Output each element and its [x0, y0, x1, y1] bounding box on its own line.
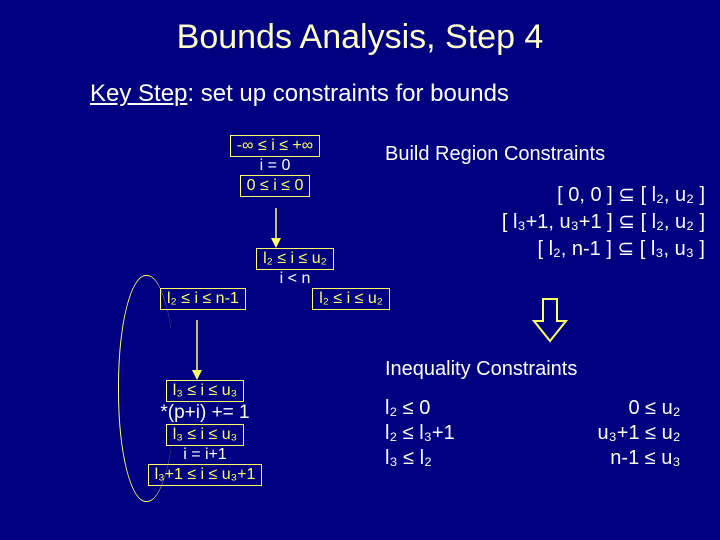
- ineq-3b: n-1 ≤ u₃: [541, 447, 681, 470]
- inequality-constraints-list: l₂ ≤ 0 0 ≤ u₂ l₂ ≤ l₃+1 u₃+1 ≤ u₂ l₃ ≤ l…: [385, 395, 681, 472]
- flow-arrow-2: [190, 320, 204, 380]
- region-constraints-list: [ 0, 0 ] ⊆ [ l₂, u₂ ] [ l₃+1, u₃+1 ] ⊆ […: [385, 180, 705, 263]
- stmt-deref: *(p+i) += 1: [120, 402, 290, 424]
- bounds-after-incr: l₃+1 ≤ i ≤ u₃+1: [148, 464, 263, 486]
- bounds-before-test: l₂ ≤ i ≤ u₂: [256, 248, 334, 270]
- region-constraint-1: [ 0, 0 ] ⊆ [ l₂, u₂ ]: [385, 182, 705, 207]
- cfg-node-init: -∞ ≤ i ≤ +∞ i = 0 0 ≤ i ≤ 0: [215, 135, 335, 197]
- region-constraint-2: [ l₃+1, u₃+1 ] ⊆ [ l₂, u₂ ]: [385, 209, 705, 234]
- ineq-1a: l₂ ≤ 0: [385, 397, 535, 420]
- stmt-test: i < n: [200, 270, 390, 288]
- region-constraints-header: Build Region Constraints: [385, 143, 605, 166]
- ineq-3a: l₃ ≤ l₂: [385, 447, 535, 470]
- derive-arrow-icon: [530, 295, 570, 345]
- cfg-node-body: l₃ ≤ i ≤ u₃ *(p+i) += 1 l₃ ≤ i ≤ u₃ i = …: [120, 380, 290, 486]
- stmt-init: i = 0: [215, 157, 335, 175]
- subtitle-rest: : set up constraints for bounds: [187, 80, 509, 107]
- subtitle-key: Key Step: [90, 80, 187, 107]
- flow-arrow-1: [269, 208, 283, 248]
- inequality-constraints-header: Inequality Constraints: [385, 358, 577, 381]
- ineq-1b: 0 ≤ u₂: [541, 397, 681, 420]
- bounds-after-deref: l₃ ≤ i ≤ u₃: [166, 424, 244, 446]
- ineq-2a: l₂ ≤ l₃+1: [385, 422, 535, 445]
- stmt-incr: i = i+1: [120, 446, 290, 464]
- ineq-2b: u₃+1 ≤ u₂: [541, 422, 681, 445]
- slide-subtitle: Key Step: set up constraints for bounds: [90, 80, 509, 108]
- cfg-node-test: l₂ ≤ i ≤ u₂ i < n l₂ ≤ i ≤ n-1 l₂ ≤ i ≤ …: [160, 248, 390, 310]
- slide-title: Bounds Analysis, Step 4: [0, 18, 720, 57]
- bounds-after-init: 0 ≤ i ≤ 0: [240, 175, 311, 197]
- region-constraint-3: [ l₂, n-1 ] ⊆ [ l₃, u₃ ]: [385, 236, 705, 261]
- bounds-true-branch: l₂ ≤ i ≤ n-1: [160, 288, 246, 310]
- bounds-before-deref: l₃ ≤ i ≤ u₃: [166, 380, 244, 402]
- bounds-before-init: -∞ ≤ i ≤ +∞: [230, 135, 320, 157]
- bounds-false-branch: l₂ ≤ i ≤ u₂: [312, 288, 390, 310]
